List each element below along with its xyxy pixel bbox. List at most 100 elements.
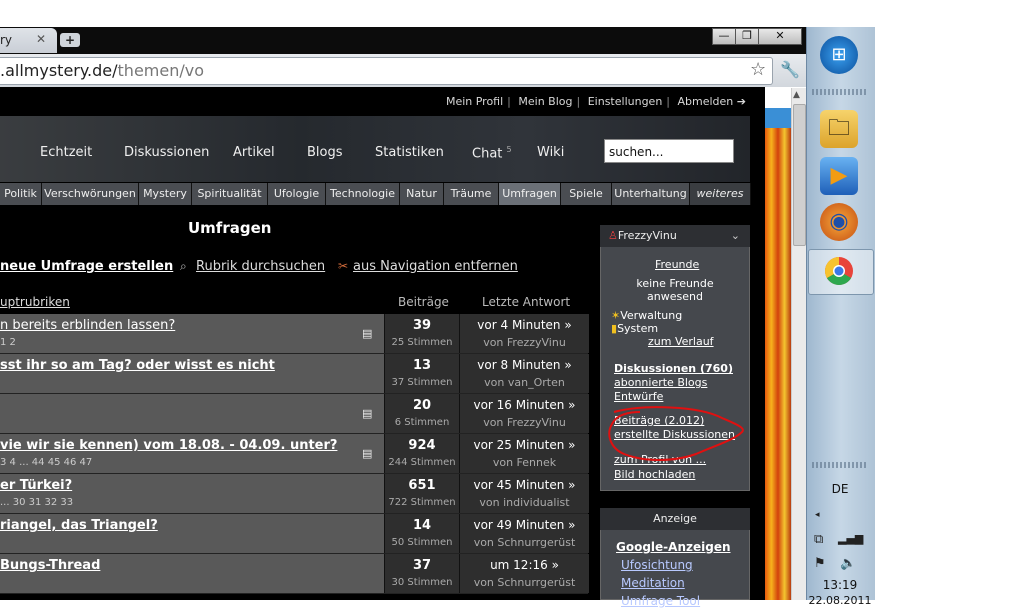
last-reply-time[interactable]: vor 45 Minuten » (460, 478, 589, 492)
table-row[interactable]: Bungs-Thread 37 30 Stimmen um 12:16 » von … (0, 554, 589, 594)
topic-title[interactable]: sst ihr so am Tag? oder wisst es nicht (0, 358, 275, 373)
link-settings[interactable]: Einstellungen (584, 95, 667, 108)
google-ads-link[interactable]: Google-Anzeigen (616, 540, 731, 554)
post-count-cell: 20 6 Stimmen (384, 394, 459, 433)
post-count: 37 (412, 558, 432, 573)
new-tab-button[interactable]: + (60, 33, 80, 47)
page-title: Umfragen (188, 219, 272, 237)
cat-spiele[interactable]: Spiele (561, 183, 612, 205)
nav-wiki[interactable]: Wiki (537, 145, 564, 160)
nav-artikel[interactable]: Artikel (233, 145, 275, 160)
ad-link[interactable]: Ufosichtung (621, 558, 693, 572)
remove-nav-link[interactable]: aus Navigation entfernen (353, 259, 518, 274)
wrench-icon[interactable]: 🔧 (780, 60, 800, 79)
clock-date[interactable]: 22.08.2011 (806, 594, 874, 607)
restore-button[interactable]: ❐ (735, 28, 759, 45)
cat-weiteres[interactable]: weiteres (690, 183, 751, 205)
browser-tab[interactable]: ry ✕ (0, 28, 57, 53)
topic-pages[interactable]: 3 4 ... 44 45 46 47 (0, 457, 92, 468)
table-row[interactable]: er Türkei? ... 30 31 32 33 651 722 Stimme… (0, 474, 589, 514)
cat-natur[interactable]: Natur (400, 183, 444, 205)
admin-item[interactable]: ✶Verwaltung (611, 309, 682, 322)
tray-expand-icon[interactable]: ◂ (815, 510, 820, 520)
last-reply-time[interactable]: vor 25 Minuten » (460, 438, 589, 452)
nav-echtzeit[interactable]: Echtzeit (40, 145, 92, 160)
last-reply-time[interactable]: vor 8 Minuten » (460, 358, 589, 372)
last-reply-time[interactable]: vor 49 Minuten » (460, 518, 589, 532)
chrome-icon[interactable] (820, 252, 858, 290)
topic-title[interactable]: er Türkei? (0, 478, 72, 493)
bookmark-star-icon[interactable]: ☆ (750, 59, 766, 80)
address-bar[interactable]: .allmystery.de/themen/vo (0, 57, 773, 85)
last-reply-cell: vor 8 Minuten » von van_Orten (459, 354, 589, 393)
search-section-link[interactable]: Rubrik durchsuchen (196, 259, 325, 274)
table-row[interactable]: ▤ 20 6 Stimmen vor 16 Minuten » von Frezzy… (0, 394, 589, 434)
poll-icon: ▤ (362, 447, 373, 460)
cat-politik[interactable]: Politik (0, 183, 42, 205)
topic-title[interactable]: vie wir sie kennen) vom 18.08. - 04.09. … (0, 438, 337, 453)
cat-spiritualitaet[interactable]: Spiritualität (192, 183, 268, 205)
chevron-down-icon[interactable]: ⌄ (731, 225, 740, 247)
table-row[interactable]: n bereits erblinden lassen? 1 2 ▤ 39 25 S… (0, 314, 589, 354)
history-link[interactable]: zum Verlauf (648, 335, 714, 348)
table-row[interactable]: sst ihr so am Tag? oder wisst es nicht 1… (0, 354, 589, 394)
nav-blogs[interactable]: Blogs (307, 145, 343, 160)
subscribed-blogs-link[interactable]: abonnierte Blogs (614, 376, 707, 389)
cat-ufologie[interactable]: Ufologie (268, 183, 326, 205)
language-indicator[interactable]: DE (806, 482, 874, 496)
nav-chat[interactable]: Chat 5 (472, 145, 512, 161)
network-icon[interactable]: ▂▄▆ (838, 532, 863, 545)
clock-time[interactable]: 13:19 (806, 578, 874, 592)
cat-traeume[interactable]: Träume (444, 183, 499, 205)
minimize-button[interactable]: — (712, 28, 736, 45)
cat-umfragen[interactable]: Umfragen (499, 183, 561, 205)
ad-link[interactable]: Umfrage Tool (621, 594, 700, 608)
col-topic[interactable]: uptrubriken (0, 295, 70, 309)
search-input[interactable]: suchen... (604, 139, 734, 163)
nav-chat-label: Chat (472, 146, 503, 162)
cat-mystery[interactable]: Mystery (139, 183, 192, 205)
last-reply-cell: um 12:16 » von Schnurrgerüst (459, 554, 589, 593)
post-count: 13 (412, 358, 432, 373)
cat-verschwoerungen[interactable]: Verschwörungen (42, 183, 139, 205)
topic-title[interactable]: Bungs-Thread (0, 558, 100, 573)
media-player-icon[interactable]: ▶ (820, 157, 858, 195)
ad-link[interactable]: Meditation (621, 576, 685, 590)
flag-icon[interactable]: ⚑ (814, 556, 826, 571)
new-poll-link[interactable]: neue Umfrage erstellen (0, 259, 173, 274)
remove-icon: ✂ (338, 259, 349, 273)
cat-unterhaltung[interactable]: Unterhaltung (612, 183, 690, 205)
last-reply-time[interactable]: vor 4 Minuten » (460, 318, 589, 332)
volume-icon[interactable]: 🔈 (840, 556, 856, 571)
folder-icon[interactable]: 🗀 (820, 110, 858, 148)
post-count: 14 (412, 518, 432, 533)
last-reply-time[interactable]: um 12:16 » (460, 558, 589, 572)
close-window-button[interactable]: ✕ (758, 28, 802, 45)
link-logout[interactable]: Abmelden ➔ (674, 95, 750, 108)
drafts-link[interactable]: Entwürfe (614, 390, 663, 403)
search-icon: ⌕ (180, 259, 187, 273)
last-reply-time[interactable]: vor 16 Minuten » (460, 398, 589, 412)
nav-statistiken[interactable]: Statistiken (375, 145, 444, 160)
cat-technologie[interactable]: Technologie (326, 183, 400, 205)
user-panel-header[interactable]: ♙FrezzyVinu ⌄ (600, 225, 750, 247)
nav-diskussionen[interactable]: Diskussionen (124, 145, 209, 160)
topic-title[interactable]: n bereits erblinden lassen? (0, 318, 175, 333)
upload-image-link[interactable]: Bild hochladen (614, 468, 695, 481)
scroll-up-icon[interactable]: ▲ (793, 90, 800, 100)
link-my-profile[interactable]: Mein Profil (442, 95, 507, 108)
system-item[interactable]: ▮System (611, 322, 658, 335)
scrollbar-thumb[interactable] (793, 104, 806, 246)
discussions-link[interactable]: Diskussionen (760) (614, 362, 733, 375)
friends-link[interactable]: Freunde (655, 258, 699, 271)
link-my-blog[interactable]: Mein Blog (514, 95, 576, 108)
topic-pages[interactable]: 1 2 (0, 337, 16, 348)
firefox-icon[interactable]: ◉ (820, 203, 858, 241)
windows-start-icon[interactable]: ⊞ (820, 36, 858, 74)
topic-title[interactable]: riangel, das Triangel? (0, 518, 158, 533)
tab-close-icon[interactable]: ✕ (36, 32, 46, 46)
table-row[interactable]: vie wir sie kennen) vom 18.08. - 04.09. … (0, 434, 589, 474)
action-center-icon[interactable]: ⧉ (814, 532, 823, 547)
table-row[interactable]: riangel, das Triangel? 14 50 Stimmen vor … (0, 514, 589, 554)
topic-pages[interactable]: ... 30 31 32 33 (0, 497, 73, 508)
